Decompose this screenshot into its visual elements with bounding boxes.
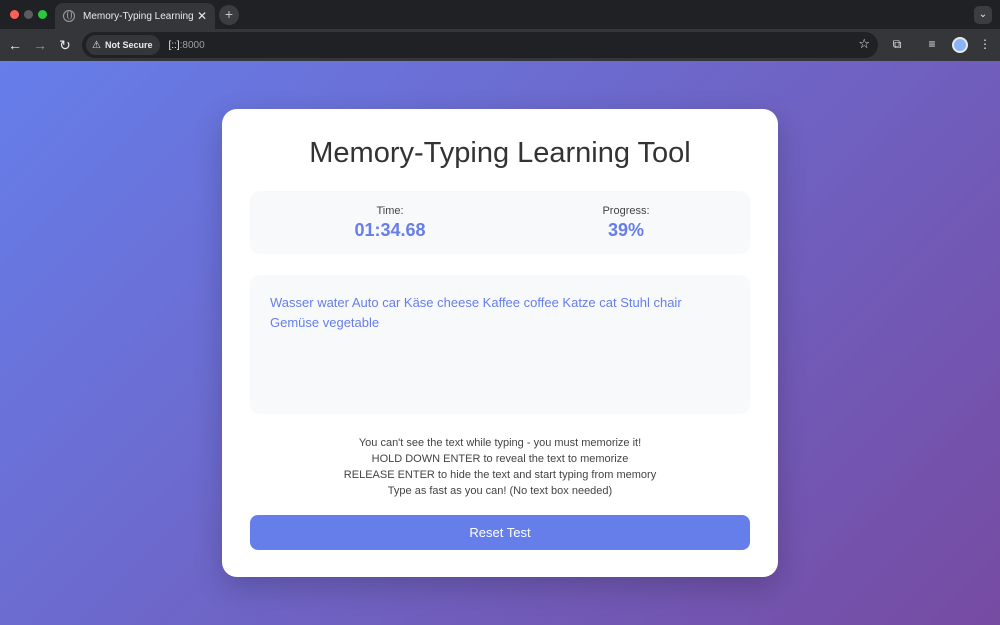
profile-avatar[interactable] xyxy=(952,37,968,53)
page-background: Memory-Typing Learning Tool Time: 01:34.… xyxy=(0,61,1000,625)
back-arrow-icon[interactable]: ← xyxy=(6,36,24,54)
tab-strip: Memory-Typing Learning Tool ✕ + ⌄ xyxy=(0,0,1000,29)
instruction-line: Type as fast as you can! (No text box ne… xyxy=(387,485,613,497)
minimize-window-button[interactable] xyxy=(24,10,33,19)
close-window-button[interactable] xyxy=(10,10,19,19)
reload-icon[interactable]: ↻ xyxy=(56,36,74,54)
instruction-line: RELEASE ENTER to hide the text and start… xyxy=(343,469,657,481)
url-text[interactable]: [::]:8000 xyxy=(168,40,204,51)
stats-panel: Time: 01:34.68 Progress: 39% xyxy=(250,191,750,254)
time-label: Time: xyxy=(376,205,404,217)
progress-stat: Progress: 39% xyxy=(546,205,706,241)
progress-value: 39% xyxy=(607,220,645,240)
page-title: Memory-Typing Learning Tool xyxy=(309,137,691,169)
time-stat: Time: 01:34.68 xyxy=(310,205,470,241)
main-card: Memory-Typing Learning Tool Time: 01:34.… xyxy=(222,109,778,577)
instruction-line: HOLD DOWN ENTER to reveal the text to me… xyxy=(371,453,629,465)
menu-icon[interactable]: ⋮ xyxy=(977,37,993,51)
new-tab-button[interactable]: + xyxy=(219,5,239,25)
reset-test-button[interactable]: Reset Test xyxy=(250,515,750,550)
maximize-window-button[interactable] xyxy=(38,10,47,19)
url-host: [::] xyxy=(168,39,180,51)
media-icon[interactable]: ≡ xyxy=(924,37,940,51)
time-value: 01:34.68 xyxy=(354,220,426,240)
forward-arrow-icon[interactable]: → xyxy=(31,36,49,54)
warning-icon: ⚠ xyxy=(92,39,101,51)
memorize-text-box: Wasser water Auto car Käse cheese Kaffee… xyxy=(250,275,750,414)
security-chip[interactable]: ⚠ Not Secure xyxy=(86,35,161,55)
star-icon[interactable]: ☆ xyxy=(858,36,870,52)
progress-label: Progress: xyxy=(602,205,650,217)
security-label: Not Secure xyxy=(104,40,153,50)
globe-icon xyxy=(63,10,75,22)
browser-tab[interactable]: Memory-Typing Learning Tool ✕ xyxy=(55,3,215,29)
extensions-icon[interactable]: ⧉ xyxy=(889,37,905,52)
tab-title: Memory-Typing Learning Tool xyxy=(83,10,195,22)
instruction-line: You can't see the text while typing - yo… xyxy=(358,437,642,449)
address-bar[interactable]: ⚠ Not Secure [::]:8000 ☆ xyxy=(82,32,878,58)
url-port: :8000 xyxy=(179,39,205,51)
memorize-text: Wasser water Auto car Käse cheese Kaffee… xyxy=(270,295,682,330)
browser-toolbar: ← → ↻ ⚠ Not Secure [::]:8000 ☆ ⧉ ≡ ⋮ xyxy=(0,29,1000,61)
instructions: You can't see the text while typing - yo… xyxy=(222,435,778,499)
tab-search-chevron-icon[interactable]: ⌄ xyxy=(974,6,992,24)
close-tab-icon[interactable]: ✕ xyxy=(195,9,209,23)
